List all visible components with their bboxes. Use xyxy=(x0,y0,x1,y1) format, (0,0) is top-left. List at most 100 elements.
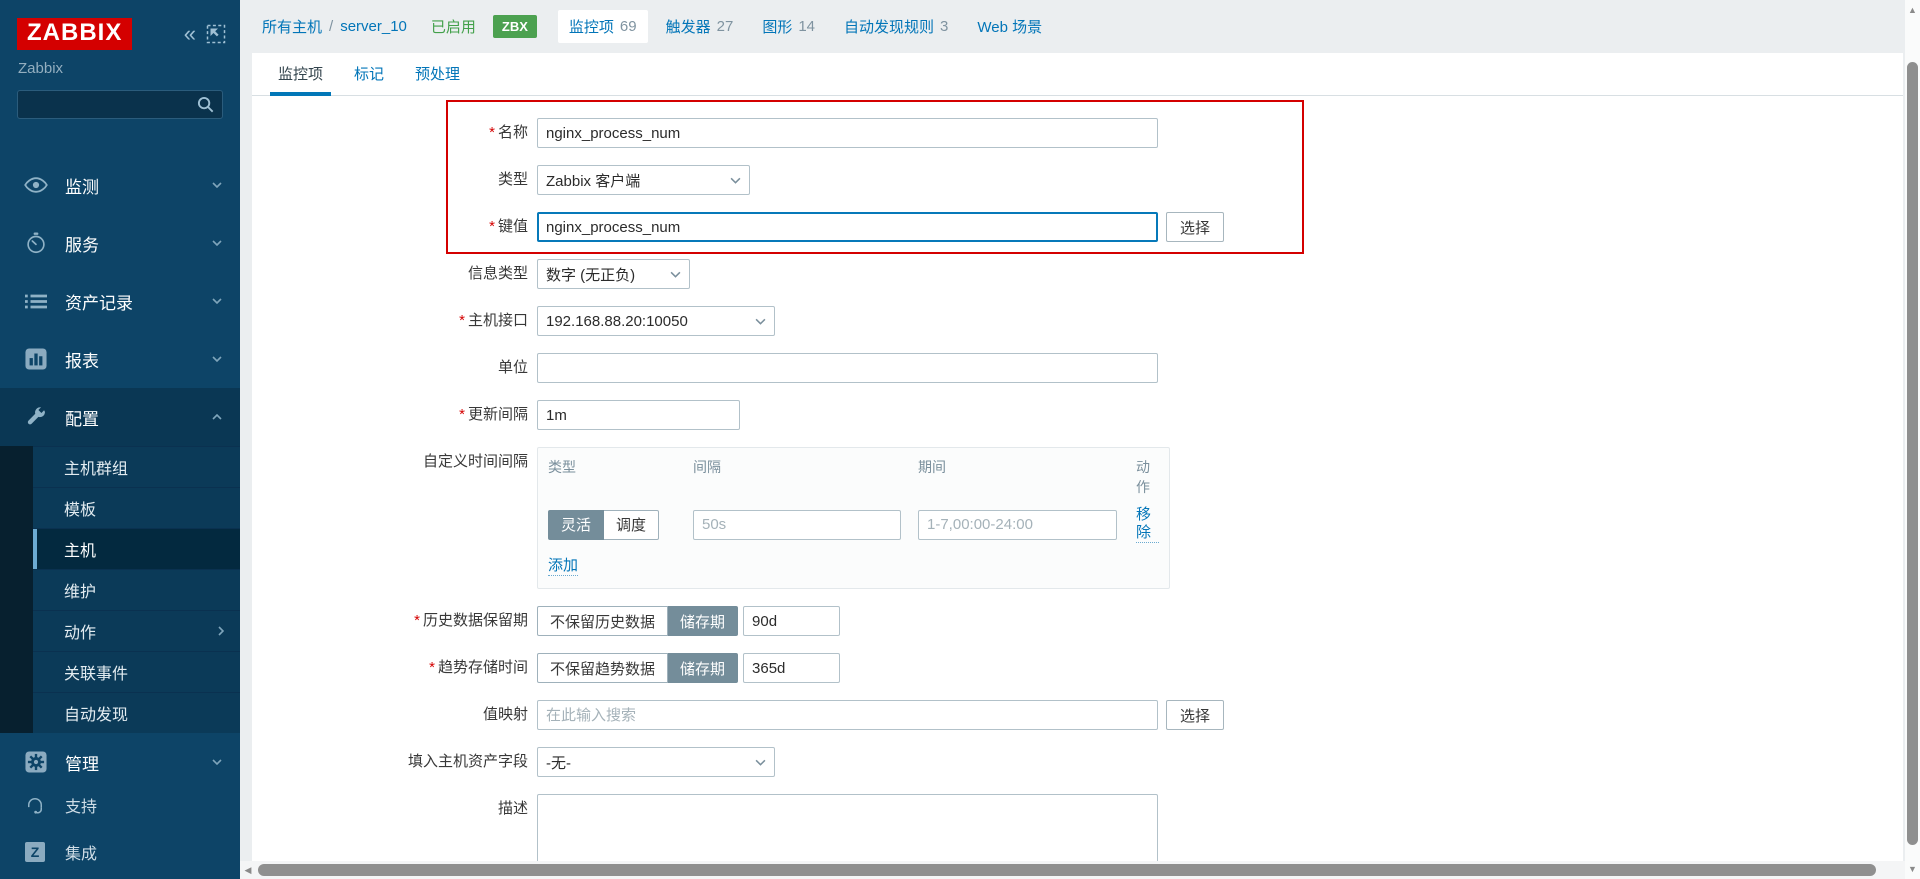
history-period-input[interactable] xyxy=(743,606,840,636)
sidebar-item-configuration[interactable]: 配置 xyxy=(0,388,240,446)
nav-discovery-rules-link[interactable]: 自动发现规则 3 xyxy=(833,10,959,43)
sidebar-item-label: 服务 xyxy=(65,231,99,256)
zabbix-logo[interactable]: ZABBIX xyxy=(17,18,132,50)
name-input[interactable] xyxy=(537,118,1158,148)
sidebar-item-inventory[interactable]: 资产记录 xyxy=(0,272,240,330)
zbx-availability-badge: ZBX xyxy=(493,15,537,38)
value-map-input[interactable] xyxy=(537,700,1158,730)
trends-label: *趋势存储时间 xyxy=(252,653,528,677)
nav-web-scenarios-link[interactable]: Web 场景 xyxy=(966,10,1059,43)
tab-tags[interactable]: 标记 xyxy=(346,53,392,95)
nav-graphs-link[interactable]: 图形 14 xyxy=(751,10,826,43)
interval-type-toggle: 灵活 调度 xyxy=(548,510,659,540)
inventory-select[interactable]: -无- xyxy=(537,747,775,777)
nav-triggers-link[interactable]: 触发器 27 xyxy=(655,10,745,43)
sidebar-item-hosts[interactable]: 主机 xyxy=(33,528,240,569)
sidebar-collapse-icon[interactable]: « xyxy=(184,23,196,45)
sidebar-item-host-groups[interactable]: 主机群组 xyxy=(33,446,240,487)
sidebar-item-maintenance[interactable]: 维护 xyxy=(33,569,240,610)
headset-icon xyxy=(24,794,46,816)
sidebar-item-support[interactable]: 支持 xyxy=(0,781,240,828)
form-row-info-type: 信息类型 数字 (无正负) xyxy=(252,259,1903,289)
sidebar-item-actions[interactable]: 动作 xyxy=(33,610,240,651)
history-off-button[interactable]: 不保留历史数据 xyxy=(537,606,668,636)
submenu-gutter xyxy=(0,446,33,733)
inventory-label: 填入主机资产字段 xyxy=(252,747,528,771)
search-icon xyxy=(197,96,214,113)
host-status-enabled[interactable]: 已启用 xyxy=(431,16,476,37)
chevron-down-icon xyxy=(212,240,222,246)
units-input[interactable] xyxy=(537,353,1158,383)
info-type-label: 信息类型 xyxy=(252,259,528,283)
sidebar-item-reports[interactable]: 报表 xyxy=(0,330,240,388)
chevron-down-icon xyxy=(212,759,222,765)
custom-intervals-panel: 类型 间隔 期间 动作 灵活 调度 xyxy=(537,447,1170,589)
add-interval-link[interactable]: 添加 xyxy=(548,557,578,576)
key-select-button[interactable]: 选择 xyxy=(1166,212,1224,242)
breadcrumb-all-hosts-link[interactable]: 所有主机 xyxy=(262,16,322,37)
sidebar-item-integrations[interactable]: Z 集成 xyxy=(0,828,240,875)
trends-storage-toggle: 不保留趋势数据 储存期 xyxy=(537,653,738,683)
value-map-select-button[interactable]: 选择 xyxy=(1166,700,1224,730)
host-interface-select[interactable]: 192.168.88.20:10050 xyxy=(537,306,775,336)
nav-count: 69 xyxy=(620,18,637,35)
horizontal-scrollbar[interactable]: ◀ xyxy=(240,861,1905,879)
form-row-host-interface: *主机接口 192.168.88.20:10050 xyxy=(252,306,1903,336)
info-type-select-value: 数字 (无正负) xyxy=(546,264,635,285)
key-input[interactable] xyxy=(537,212,1158,242)
content-panel: 监控项 标记 预处理 *名称 类型 Zabbix 客户端 xyxy=(252,53,1903,879)
scroll-up-arrow[interactable]: ▲ xyxy=(1905,2,1920,18)
sidebar-item-label: 配置 xyxy=(65,405,99,430)
sidebar-item-event-correlation[interactable]: 关联事件 xyxy=(33,651,240,692)
update-interval-input[interactable] xyxy=(537,400,740,430)
list-icon xyxy=(24,289,48,313)
breadcrumb-host-link[interactable]: server_10 xyxy=(340,18,407,35)
server-name: Zabbix xyxy=(0,50,240,77)
sidebar-item-discovery[interactable]: 自动发现 xyxy=(33,692,240,733)
vertical-scroll-thumb[interactable] xyxy=(1907,62,1918,845)
nav-items-link[interactable]: 监控项 69 xyxy=(558,10,648,43)
config-submenu: 主机群组 模板 主机 维护 动作 关联事件 自动发现 xyxy=(0,446,240,733)
sidebar-search[interactable] xyxy=(17,90,223,119)
interval-input[interactable] xyxy=(693,510,901,540)
tab-preprocessing[interactable]: 预处理 xyxy=(407,53,468,95)
info-type-select[interactable]: 数字 (无正负) xyxy=(537,259,690,289)
trends-storage-period-button[interactable]: 储存期 xyxy=(668,653,738,683)
sidebar: ZABBIX « Zabbix 监测 xyxy=(0,0,240,879)
nav-label: 图形 xyxy=(762,16,792,37)
scheduling-toggle-button[interactable]: 调度 xyxy=(604,510,659,540)
scroll-left-arrow[interactable]: ◀ xyxy=(240,865,256,876)
submenu-label: 关联事件 xyxy=(64,660,128,684)
form-row-update-interval: *更新间隔 xyxy=(252,400,1903,430)
sidebar-item-services[interactable]: 服务 xyxy=(0,214,240,272)
form-row-type: 类型 Zabbix 客户端 xyxy=(252,165,1903,195)
name-label: *名称 xyxy=(252,118,528,142)
nav-count: 14 xyxy=(798,18,815,35)
chevron-down-icon xyxy=(212,182,222,188)
horizontal-scroll-thumb[interactable] xyxy=(258,864,1876,876)
form-row-history: *历史数据保留期 不保留历史数据 储存期 xyxy=(252,606,1903,636)
sidebar-item-monitoring[interactable]: 监测 xyxy=(0,156,240,214)
search-input[interactable] xyxy=(26,97,197,113)
trends-off-button[interactable]: 不保留趋势数据 xyxy=(537,653,668,683)
tab-item[interactable]: 监控项 xyxy=(270,53,331,95)
scroll-down-arrow[interactable]: ▼ xyxy=(1905,861,1920,877)
units-label: 单位 xyxy=(252,353,528,377)
vertical-scrollbar[interactable]: ▲ ▼ xyxy=(1905,0,1920,879)
history-storage-period-button[interactable]: 储存期 xyxy=(668,606,738,636)
remove-interval-link[interactable]: 移除 xyxy=(1136,506,1159,543)
sidebar-item-templates[interactable]: 模板 xyxy=(33,487,240,528)
chevron-up-icon xyxy=(212,414,222,420)
period-input[interactable] xyxy=(918,510,1117,540)
host-interface-select-value: 192.168.88.20:10050 xyxy=(546,313,688,330)
wrench-icon xyxy=(24,405,48,429)
trends-period-input[interactable] xyxy=(743,653,840,683)
nav-label: Web 场景 xyxy=(977,16,1042,37)
flexible-toggle-button[interactable]: 灵活 xyxy=(548,510,604,540)
kiosk-mode-icon[interactable] xyxy=(206,24,226,44)
type-select[interactable]: Zabbix 客户端 xyxy=(537,165,750,195)
value-map-label: 值映射 xyxy=(252,700,528,724)
zabbix-item-config-page: ZABBIX « Zabbix 监测 xyxy=(0,0,1920,879)
type-select-value: Zabbix 客户端 xyxy=(546,170,640,191)
submenu-label: 模板 xyxy=(64,496,96,520)
